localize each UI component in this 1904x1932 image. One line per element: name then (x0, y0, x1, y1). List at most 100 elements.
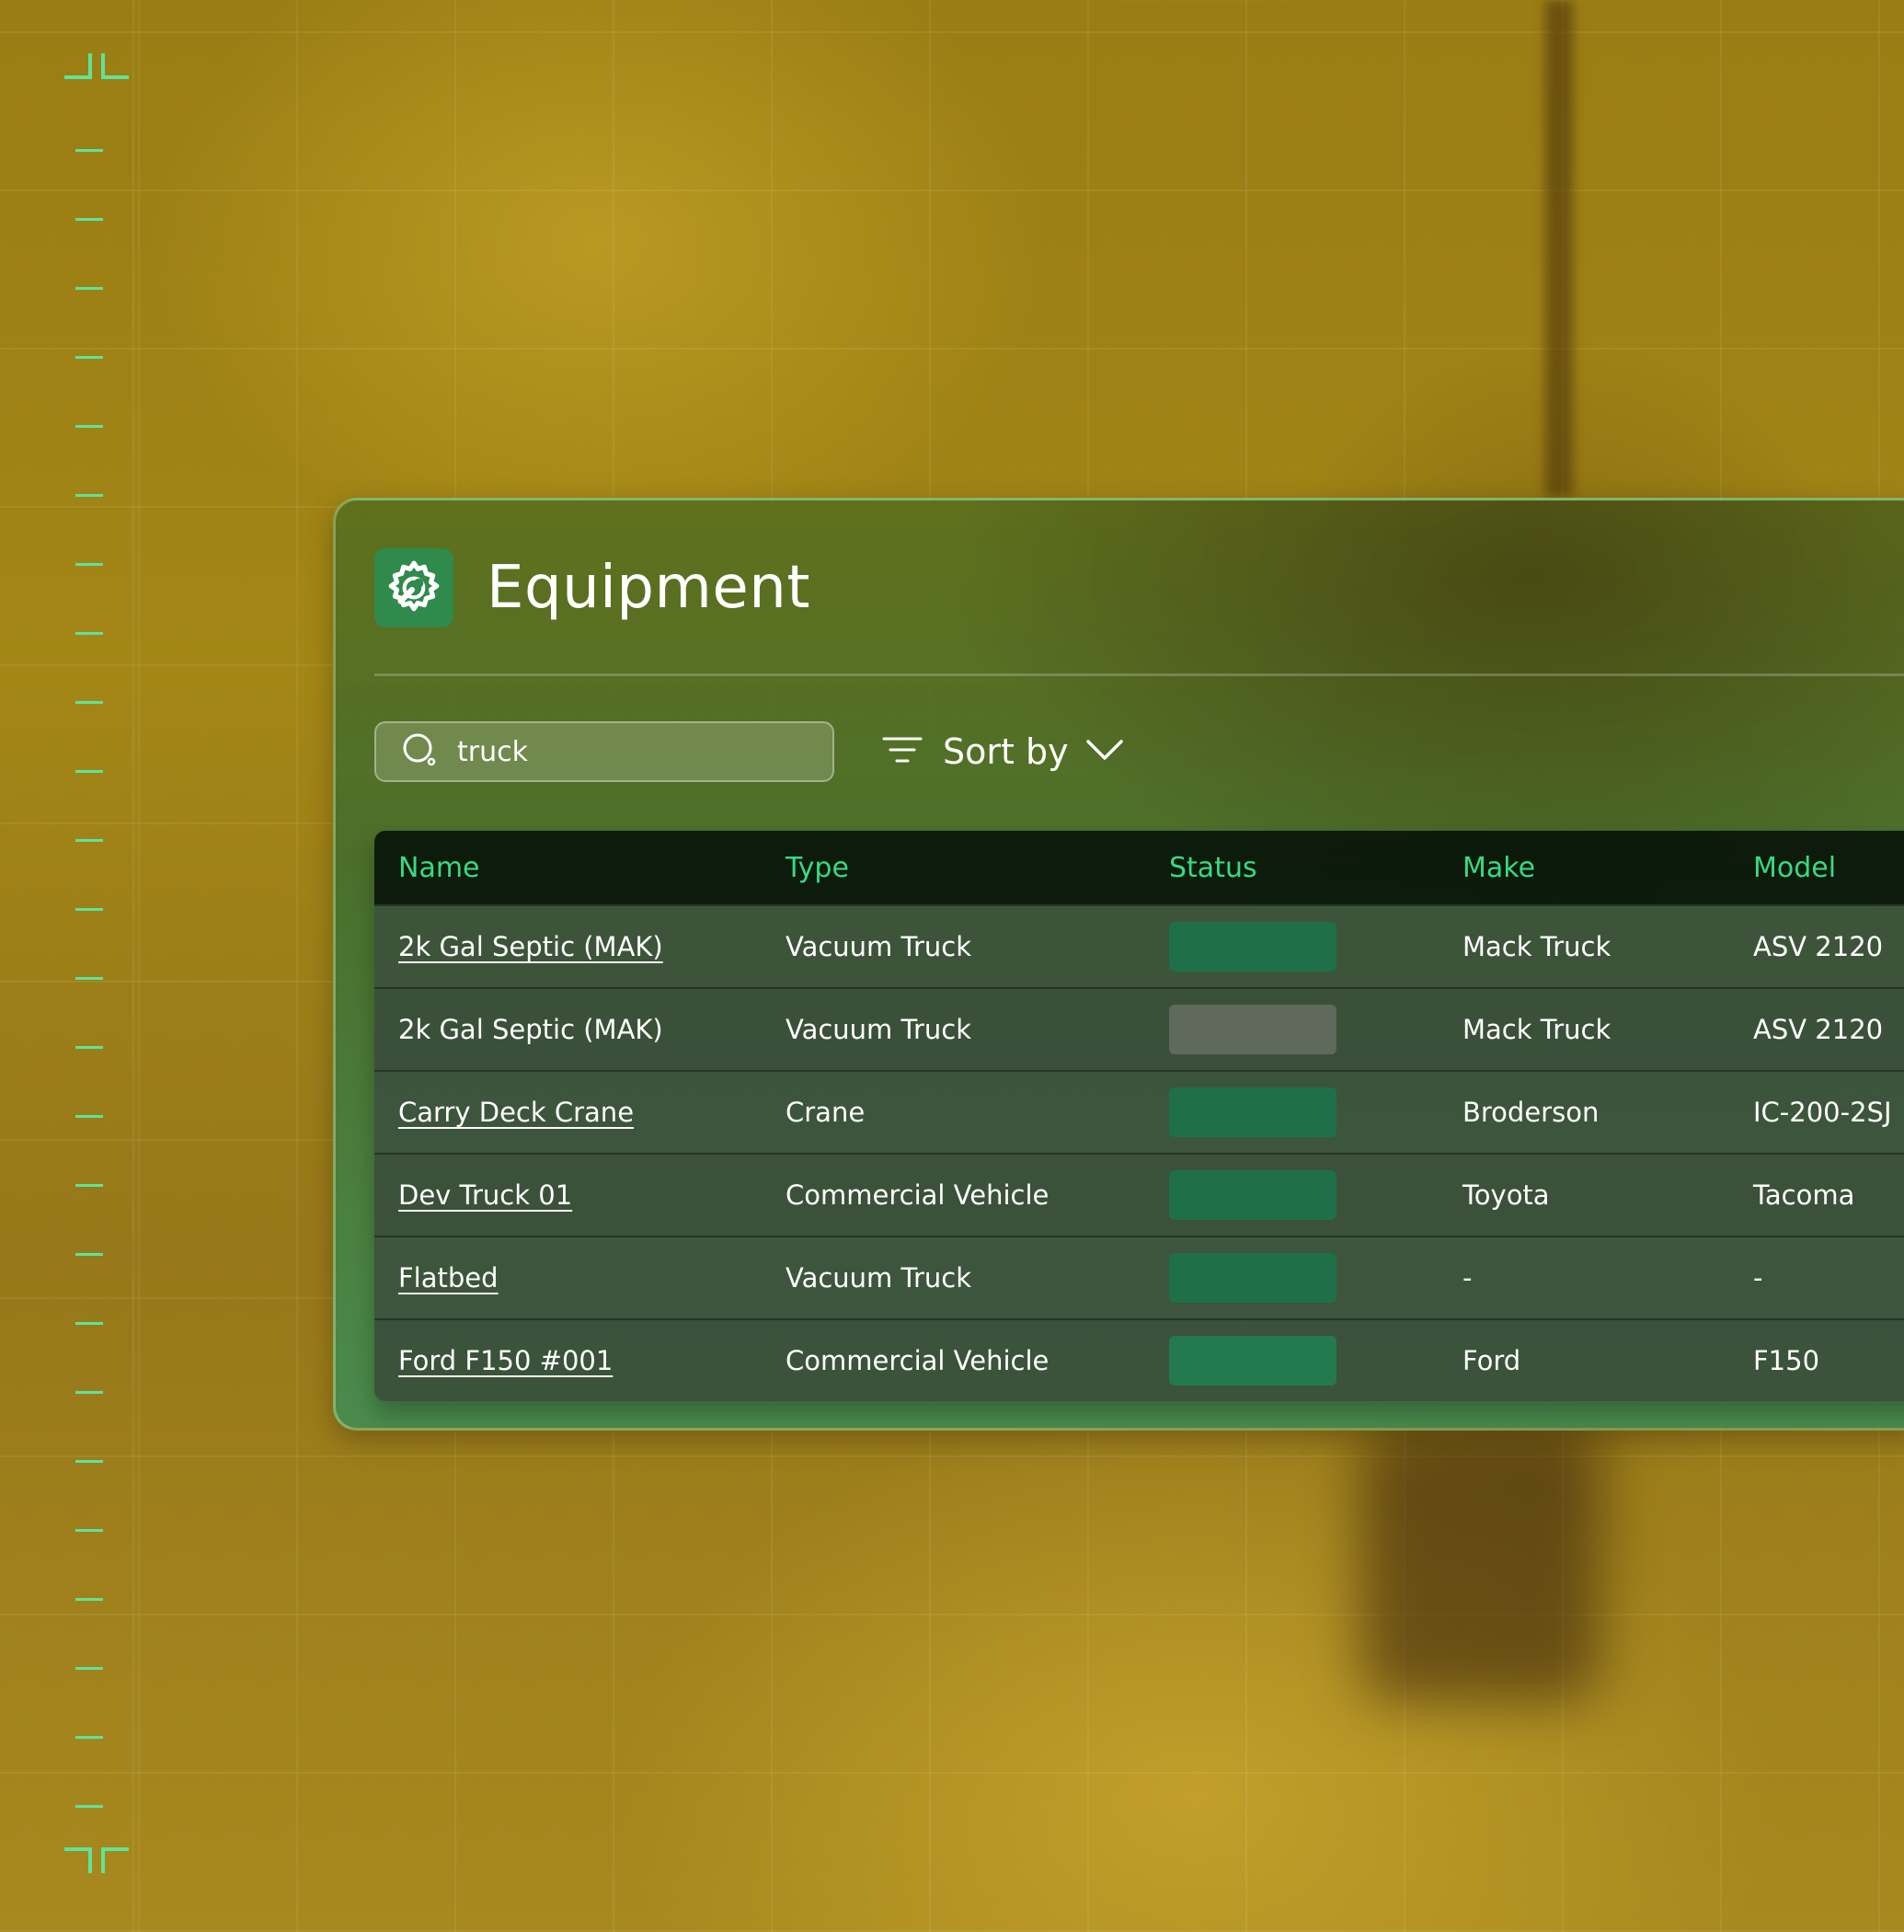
equipment-name-link[interactable]: Dev Truck 01 (398, 1179, 572, 1211)
cell-type: Commercial Vehicle (786, 1345, 1049, 1376)
column-header-name[interactable]: Name (398, 852, 480, 884)
corner-mark-top-left (64, 53, 92, 79)
ruler-tick (75, 494, 103, 497)
column-header-model[interactable]: Model (1753, 852, 1836, 884)
cell-status (1169, 989, 1336, 1070)
status-badge (1169, 1253, 1336, 1303)
cell-make: - (1462, 1262, 1473, 1294)
ruler-tick (75, 908, 103, 911)
cell-type: Vacuum Truck (786, 931, 972, 962)
status-badge (1169, 1005, 1336, 1054)
cell-name: 2k Gal Septic (MAK) (398, 989, 663, 1070)
equipment-name-link: 2k Gal Septic (MAK) (398, 1014, 663, 1045)
background-shadow (1361, 1426, 1600, 1702)
equipment-table: Name Type Status Make Model 2k Gal Septi… (374, 831, 1904, 1401)
search-icon (402, 732, 437, 771)
sort-dropdown[interactable]: Sort by (882, 721, 1124, 782)
header-divider (374, 673, 1904, 676)
status-badge (1169, 1170, 1336, 1220)
corner-mark-bottom-left (64, 1847, 92, 1873)
equipment-name-link[interactable]: Carry Deck Crane (398, 1097, 634, 1128)
chevron-down-icon (1085, 738, 1124, 765)
cell-model: ASV 2120 (1753, 931, 1884, 962)
column-header-type[interactable]: Type (786, 852, 849, 884)
cell-status (1169, 1237, 1336, 1318)
cell-model: ASV 2120 (1753, 1014, 1884, 1045)
background-pillar (1545, 0, 1573, 497)
corner-mark-bottom-right (101, 1847, 129, 1873)
cell-name[interactable]: Ford F150 #001 (398, 1320, 613, 1401)
ruler-tick (75, 701, 103, 704)
cell-model: IC-200-2SJ (1753, 1097, 1892, 1128)
column-header-make[interactable]: Make (1462, 852, 1535, 884)
table-row[interactable]: Ford F150 #001 Commercial Vehicle Ford F150 (374, 1318, 1904, 1401)
status-badge (1169, 1087, 1336, 1137)
cell-model: Tacoma (1753, 1179, 1855, 1211)
search-input[interactable] (455, 734, 809, 769)
cell-status (1169, 1320, 1336, 1401)
cell-make: Broderson (1462, 1097, 1600, 1128)
cell-status (1169, 1072, 1336, 1153)
ruler-tick (75, 356, 103, 359)
cell-name[interactable]: Flatbed (398, 1237, 499, 1318)
cell-make: Mack Truck (1462, 931, 1612, 962)
equipment-name-link[interactable]: Flatbed (398, 1262, 499, 1294)
search-box[interactable] (374, 721, 834, 782)
cell-type: Vacuum Truck (786, 1262, 972, 1294)
ruler-tick (75, 1046, 103, 1049)
cell-status (1169, 1155, 1336, 1236)
ruler-tick (75, 770, 103, 773)
filter-icon (882, 734, 923, 769)
cell-make: Mack Truck (1462, 1014, 1612, 1045)
ruler-tick (75, 149, 103, 152)
ruler-tick (75, 287, 103, 290)
gear-wrench-icon (374, 548, 453, 627)
corner-mark-top-right (101, 53, 129, 79)
ruler-tick (75, 1322, 103, 1325)
ruler-tick (75, 563, 103, 566)
cell-make: Ford (1462, 1345, 1521, 1376)
cell-type: Commercial Vehicle (786, 1179, 1049, 1211)
ruler-tick (75, 1529, 103, 1532)
ruler-tick (75, 1253, 103, 1256)
table-row[interactable]: Carry Deck Crane Crane Broderson IC-200-2SJ (374, 1070, 1904, 1153)
table-row[interactable]: Flatbed Vacuum Truck - - (374, 1236, 1904, 1318)
ruler-tick (75, 632, 103, 635)
cell-name[interactable]: 2k Gal Septic (MAK) (398, 906, 663, 987)
ruler-tick (75, 425, 103, 428)
ruler-tick (75, 1598, 103, 1601)
ruler-tick (75, 839, 103, 842)
status-badge (1169, 1336, 1336, 1386)
table-row[interactable]: 2k Gal Septic (MAK) Vacuum Truck Mack Truc… (374, 904, 1904, 987)
equipment-panel: Equipment Sort by Name (333, 498, 1904, 1431)
ruler-tick (75, 1460, 103, 1463)
cell-model: - (1753, 1262, 1763, 1294)
ruler-tick (75, 977, 103, 980)
cell-model: F150 (1753, 1345, 1820, 1376)
vertical-ruler (64, 46, 147, 1886)
cell-name[interactable]: Carry Deck Crane (398, 1072, 634, 1153)
equipment-name-link[interactable]: Ford F150 #001 (398, 1345, 613, 1376)
cell-name[interactable]: Dev Truck 01 (398, 1155, 572, 1236)
panel-header: Equipment (374, 546, 810, 629)
table-row[interactable]: Dev Truck 01 Commercial Vehicle Toyota Taco… (374, 1153, 1904, 1236)
cell-make: Toyota (1462, 1179, 1550, 1211)
cell-status (1169, 906, 1336, 987)
table-row[interactable]: 2k Gal Septic (MAK) Vacuum Truck Mack Truc… (374, 987, 1904, 1070)
sort-label: Sort by (943, 731, 1069, 772)
ruler-tick (75, 1805, 103, 1808)
ruler-tick (75, 1115, 103, 1118)
ruler-tick (75, 1667, 103, 1670)
equipment-name-link[interactable]: 2k Gal Septic (MAK) (398, 931, 663, 962)
cell-type: Vacuum Truck (786, 1014, 972, 1045)
ruler-tick (75, 1736, 103, 1739)
ruler-tick (75, 1391, 103, 1394)
status-badge (1169, 922, 1336, 972)
ruler-tick (75, 218, 103, 221)
table-body: 2k Gal Septic (MAK) Vacuum Truck Mack Truc… (374, 904, 1904, 1401)
ruler-tick (75, 1184, 103, 1187)
cell-type: Crane (786, 1097, 866, 1128)
page-title: Equipment (487, 554, 810, 622)
column-header-status[interactable]: Status (1169, 852, 1257, 884)
table-header: Name Type Status Make Model (374, 831, 1904, 904)
